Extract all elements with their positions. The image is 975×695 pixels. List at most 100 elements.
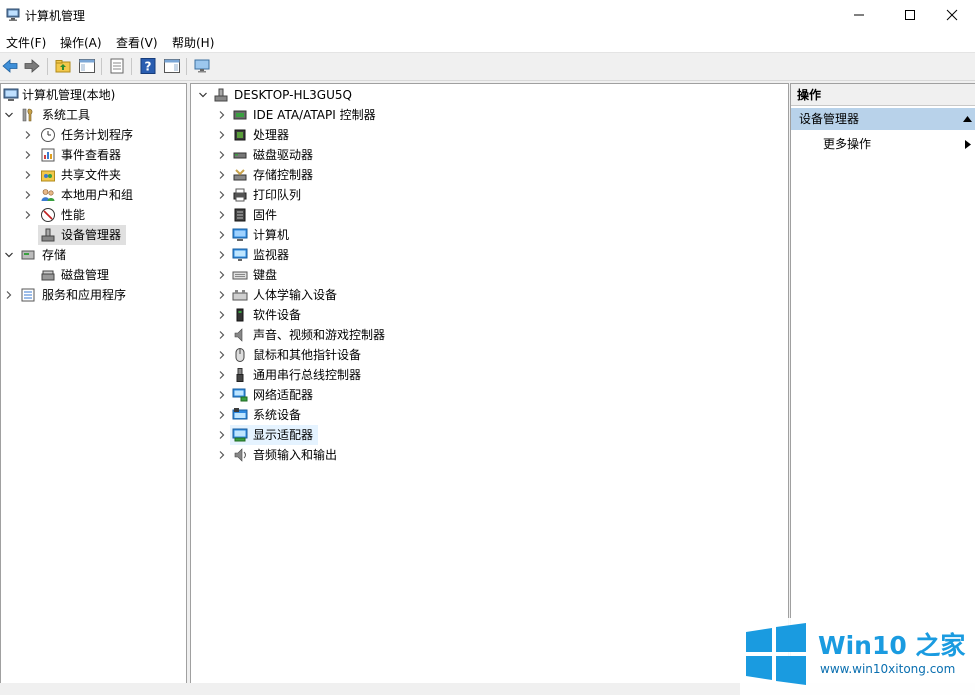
users-icon (41, 189, 55, 201)
device-category-label: 软件设备 (253, 308, 302, 322)
device-tree-root-label: DESKTOP-HL3GU5Q (234, 88, 352, 102)
device-tree-root[interactable]: DESKTOP-HL3GU5Q (191, 85, 788, 105)
chevron-right-icon[interactable] (216, 325, 228, 345)
device-category-row[interactable]: 磁盘驱动器 (191, 145, 788, 165)
action-pane-icon[interactable] (163, 57, 181, 75)
close-button[interactable] (929, 0, 975, 30)
menu-file[interactable]: 文件(F) (6, 34, 46, 51)
chevron-right-icon[interactable] (22, 205, 34, 225)
chevron-right-icon[interactable] (3, 285, 15, 305)
keyboard-icon (232, 271, 248, 280)
tree-item-task-scheduler[interactable]: 任务计划程序 (1, 125, 186, 145)
menu-action[interactable]: 操作(A) (60, 34, 102, 51)
actions-section-device-manager[interactable]: 设备管理器 (791, 108, 975, 130)
chevron-right-icon[interactable] (216, 385, 228, 405)
device-category-row[interactable]: 人体学输入设备 (191, 285, 788, 305)
chevron-right-icon[interactable] (216, 345, 228, 365)
chevron-down-icon[interactable] (3, 105, 15, 125)
chevron-right-icon[interactable] (22, 185, 34, 205)
device-category-row[interactable]: 网络适配器 (191, 385, 788, 405)
chevron-right-icon[interactable] (216, 205, 228, 225)
tree-item-label: 系统工具 (42, 108, 91, 122)
device-category-row[interactable]: 存储控制器 (191, 165, 788, 185)
chevron-right-icon[interactable] (22, 165, 34, 185)
shared-folder-icon (41, 170, 55, 182)
device-category-row[interactable]: 处理器 (191, 125, 788, 145)
watermark: Win10 之家 www.win10xitong.com (740, 618, 975, 695)
chevron-right-icon[interactable] (216, 145, 228, 165)
ide-controller-icon (233, 110, 247, 120)
chevron-down-icon[interactable] (3, 245, 15, 265)
device-category-row[interactable]: 软件设备 (191, 305, 788, 325)
device-category-row[interactable]: 显示适配器 (191, 425, 788, 445)
chevron-right-icon[interactable] (216, 285, 228, 305)
device-category-row[interactable]: 系统设备 (191, 405, 788, 425)
up-folder-icon[interactable] (54, 57, 72, 75)
properties-icon[interactable] (108, 57, 126, 75)
tree-item-label: 设备管理器 (61, 228, 122, 242)
device-tree-pane: DESKTOP-HL3GU5Q IDE ATA/ATAPI 控制器 处理器 磁盘驱动… (190, 83, 789, 684)
forward-arrow-icon[interactable] (23, 57, 41, 75)
tree-item-disk-management[interactable]: 磁盘管理 (1, 265, 186, 285)
chevron-right-icon[interactable] (22, 145, 34, 165)
tree-root[interactable]: 计算机管理(本地) (1, 85, 186, 105)
console-tree-pane: 计算机管理(本地) 系统工具 任务计划程序 事件查看器 共享文件夹 本地用户和组… (0, 83, 187, 684)
device-category-row[interactable]: 打印队列 (191, 185, 788, 205)
device-category-row[interactable]: 固件 (191, 205, 788, 225)
chevron-right-icon[interactable] (216, 125, 228, 145)
chevron-right-icon[interactable] (216, 185, 228, 205)
toolbar-separator (101, 58, 102, 75)
disk-drive-icon (233, 152, 247, 159)
collapse-up-icon[interactable] (963, 116, 972, 122)
chevron-right-icon[interactable] (216, 305, 228, 325)
device-category-row[interactable]: 音频输入和输出 (191, 445, 788, 465)
tree-item-performance[interactable]: 性能 (1, 205, 186, 225)
chevron-right-icon[interactable] (216, 265, 228, 285)
event-viewer-icon (41, 148, 55, 162)
chevron-right-icon[interactable] (216, 425, 228, 445)
tree-item-device-manager[interactable]: 设备管理器 (1, 225, 186, 245)
device-category-label: 声音、视频和游戏控制器 (253, 328, 386, 342)
device-category-row[interactable]: 通用串行总线控制器 (191, 365, 788, 385)
back-arrow-icon[interactable] (1, 57, 19, 75)
chevron-right-icon[interactable] (22, 125, 34, 145)
scan-hardware-icon[interactable] (193, 57, 211, 75)
device-category-row[interactable]: 计算机 (191, 225, 788, 245)
chevron-right-icon[interactable] (216, 245, 228, 265)
help-icon[interactable]: ? (139, 57, 157, 75)
tree-item-storage[interactable]: 存储 (1, 245, 186, 265)
hid-icon (232, 290, 248, 301)
chevron-right-icon[interactable] (216, 225, 228, 245)
device-category-label: 计算机 (253, 228, 290, 242)
device-category-row[interactable]: 监视器 (191, 245, 788, 265)
more-actions-item[interactable]: 更多操作 (823, 134, 871, 154)
device-category-label: 系统设备 (253, 408, 302, 422)
tree-item-local-users[interactable]: 本地用户和组 (1, 185, 186, 205)
menu-bar: 文件(F) 操作(A) 查看(V) 帮助(H) (0, 30, 975, 53)
show-hide-tree-icon[interactable] (78, 57, 96, 75)
tree-item-event-viewer[interactable]: 事件查看器 (1, 145, 186, 165)
device-category-label: 键盘 (253, 268, 278, 282)
tree-item-label: 事件查看器 (61, 148, 122, 162)
minimize-button[interactable] (836, 0, 882, 30)
maximize-button[interactable] (887, 0, 933, 30)
chevron-right-icon[interactable] (216, 105, 228, 125)
menu-view[interactable]: 查看(V) (116, 34, 158, 51)
storage-controller-icon (233, 169, 247, 181)
chevron-right-icon[interactable] (216, 165, 228, 185)
chevron-right-icon[interactable] (216, 445, 228, 465)
chevron-right-icon[interactable] (216, 365, 228, 385)
menu-help[interactable]: 帮助(H) (172, 34, 214, 51)
tools-icon (22, 108, 33, 122)
chevron-right-icon[interactable] (216, 405, 228, 425)
tree-item-shared-folders[interactable]: 共享文件夹 (1, 165, 186, 185)
svg-text:?: ? (145, 60, 152, 74)
tree-item-system-tools[interactable]: 系统工具 (1, 105, 186, 125)
chevron-down-icon[interactable] (197, 85, 209, 105)
device-category-row[interactable]: 声音、视频和游戏控制器 (191, 325, 788, 345)
device-category-row[interactable]: IDE ATA/ATAPI 控制器 (191, 105, 788, 125)
submenu-arrow-icon[interactable] (965, 140, 971, 149)
device-category-row[interactable]: 键盘 (191, 265, 788, 285)
device-category-row[interactable]: 鼠标和其他指针设备 (191, 345, 788, 365)
tree-item-services[interactable]: 服务和应用程序 (1, 285, 186, 305)
